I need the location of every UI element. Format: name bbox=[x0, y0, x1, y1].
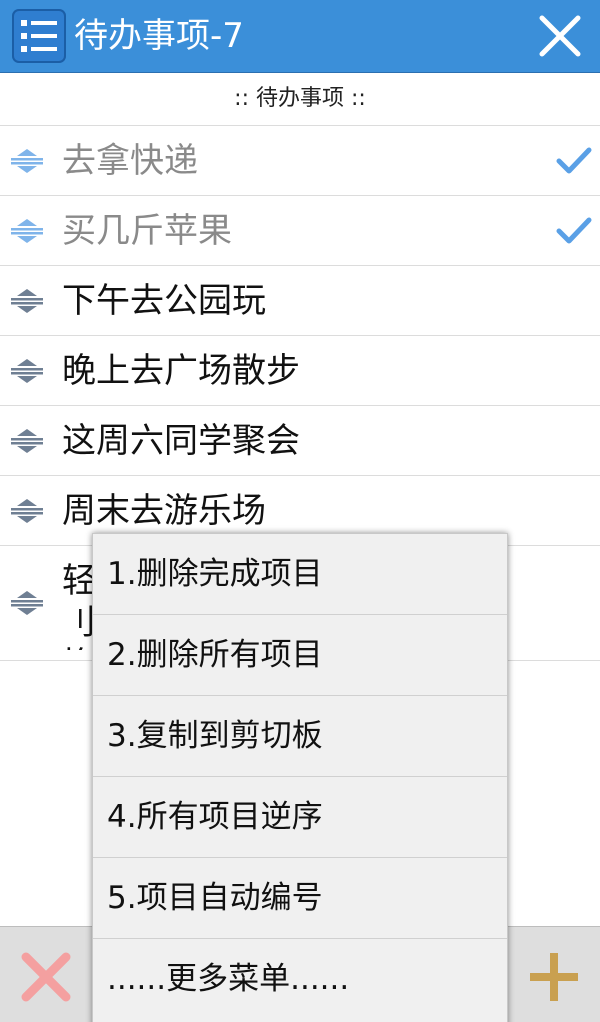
menu-item-delete-all[interactable]: 2.删除所有项目 bbox=[93, 615, 507, 696]
menu-item-auto-number[interactable]: 5.项目自动编号 bbox=[93, 858, 507, 939]
todo-text-line2: 换 bbox=[62, 645, 96, 650]
list-icon[interactable] bbox=[12, 9, 66, 63]
drag-handle-icon[interactable] bbox=[10, 359, 44, 383]
todo-item[interactable]: 买几斤苹果 bbox=[0, 196, 600, 266]
app-header: 待办事项-7 bbox=[0, 0, 600, 73]
todo-text: 这周六同学聚会 bbox=[62, 421, 300, 461]
menu-item-delete-completed[interactable]: 1.删除完成项目 bbox=[93, 534, 507, 615]
todo-item[interactable]: 下午去公园玩 bbox=[0, 266, 600, 336]
list-subtitle: :: 待办事项 :: bbox=[0, 72, 600, 126]
menu-item-reverse-order[interactable]: 4.所有项目逆序 bbox=[93, 777, 507, 858]
screen: 待办事项-7 :: 待办事项 :: 去拿快递 买几斤苹果 下午去公园玩 晚上去广… bbox=[0, 0, 600, 1022]
todo-text-tail: 刂 bbox=[62, 603, 96, 643]
check-icon bbox=[556, 217, 592, 244]
todo-text-line1: 轻 bbox=[62, 561, 96, 601]
drag-handle-icon[interactable] bbox=[10, 149, 44, 173]
x-icon bbox=[21, 952, 71, 1002]
menu-item-copy-clipboard[interactable]: 3.复制到剪切板 bbox=[93, 696, 507, 777]
todo-text: 买几斤苹果 bbox=[62, 211, 232, 251]
drag-handle-icon[interactable] bbox=[10, 289, 44, 313]
drag-handle-icon[interactable] bbox=[10, 499, 44, 523]
page-title: 待办事项-7 bbox=[74, 16, 244, 56]
drag-handle-icon[interactable] bbox=[10, 429, 44, 453]
todo-text: 去拿快递 bbox=[62, 141, 198, 181]
drag-handle-icon[interactable] bbox=[10, 591, 44, 615]
todo-text: 下午去公园玩 bbox=[62, 281, 266, 321]
add-button[interactable] bbox=[526, 949, 582, 1005]
delete-button[interactable] bbox=[18, 949, 74, 1005]
todo-item[interactable]: 晚上去广场散步 bbox=[0, 336, 600, 406]
menu-item-more[interactable]: ......更多菜单...... bbox=[93, 939, 507, 1020]
context-menu: 1.删除完成项目 2.删除所有项目 3.复制到剪切板 4.所有项目逆序 5.项目… bbox=[92, 533, 508, 1022]
todo-item[interactable]: 这周六同学聚会 bbox=[0, 406, 600, 476]
todo-item[interactable]: 去拿快递 bbox=[0, 126, 600, 196]
drag-handle-icon[interactable] bbox=[10, 219, 44, 243]
close-icon bbox=[539, 15, 581, 57]
close-button[interactable] bbox=[534, 10, 586, 62]
plus-icon bbox=[530, 953, 578, 1001]
todo-text: 晚上去广场散步 bbox=[62, 351, 300, 391]
check-icon bbox=[556, 147, 592, 174]
